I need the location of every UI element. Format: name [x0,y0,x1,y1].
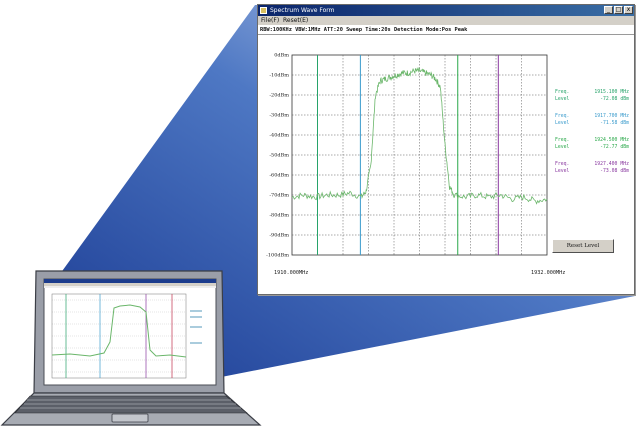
reset-level-button[interactable]: Reset Level [552,239,614,253]
marker-2-level-value: -71.58 dBm [600,120,629,126]
marker-2-freq-value: 1917.700 MHz [594,113,629,119]
y-tick-label: -50dBm [269,153,289,159]
y-tick-label: -70dBm [269,193,289,199]
marker-3-freq-value: 1924.500 MHz [594,137,629,143]
y-tick-label: 0dBm [274,53,289,59]
y-tick-label: -40dBm [269,133,289,139]
x-min-label: 1910.000MHz [274,270,308,276]
marker-3-level-label: Level [555,144,570,150]
marker-3-freq-label: Freq. [555,137,569,143]
marker-4-freq-label: Freq. [555,161,569,167]
marker-4-level-label: Level [555,168,570,174]
marker-4-level-value: -73.08 dBm [600,168,629,174]
marker-1-freq-value: 1915.100 MHz [594,89,629,95]
y-tick-label: -100dBm [266,253,289,259]
y-tick-label: -60dBm [269,173,289,179]
marker-1-level-label: Level [555,96,570,102]
x-max-label: 1932.000MHz [531,270,565,276]
marker-2-freq-label: Freq. [555,113,569,119]
laptop-touchpad [111,413,149,423]
marker-4-freq-value: 1927.400 MHz [594,161,629,167]
y-tick-label: -30dBm [269,113,289,119]
laptop-keyboard [14,395,248,414]
y-tick-label: -90dBm [269,233,289,239]
laptop-screen [43,278,217,386]
marker-1-freq-label: Freq. [555,89,569,95]
y-tick-label: -10dBm [269,73,289,79]
marker-2-level-label: Level [555,120,570,126]
marker-3-level-value: -72.77 dBm [600,144,629,150]
marker-1-level-value: -72.08 dBm [600,96,629,102]
y-tick-label: -20dBm [269,93,289,99]
spectrum-window: Spectrum Wave Form _ □ x File(F) Reset(E… [257,4,635,295]
y-tick-label: -80dBm [269,213,289,219]
